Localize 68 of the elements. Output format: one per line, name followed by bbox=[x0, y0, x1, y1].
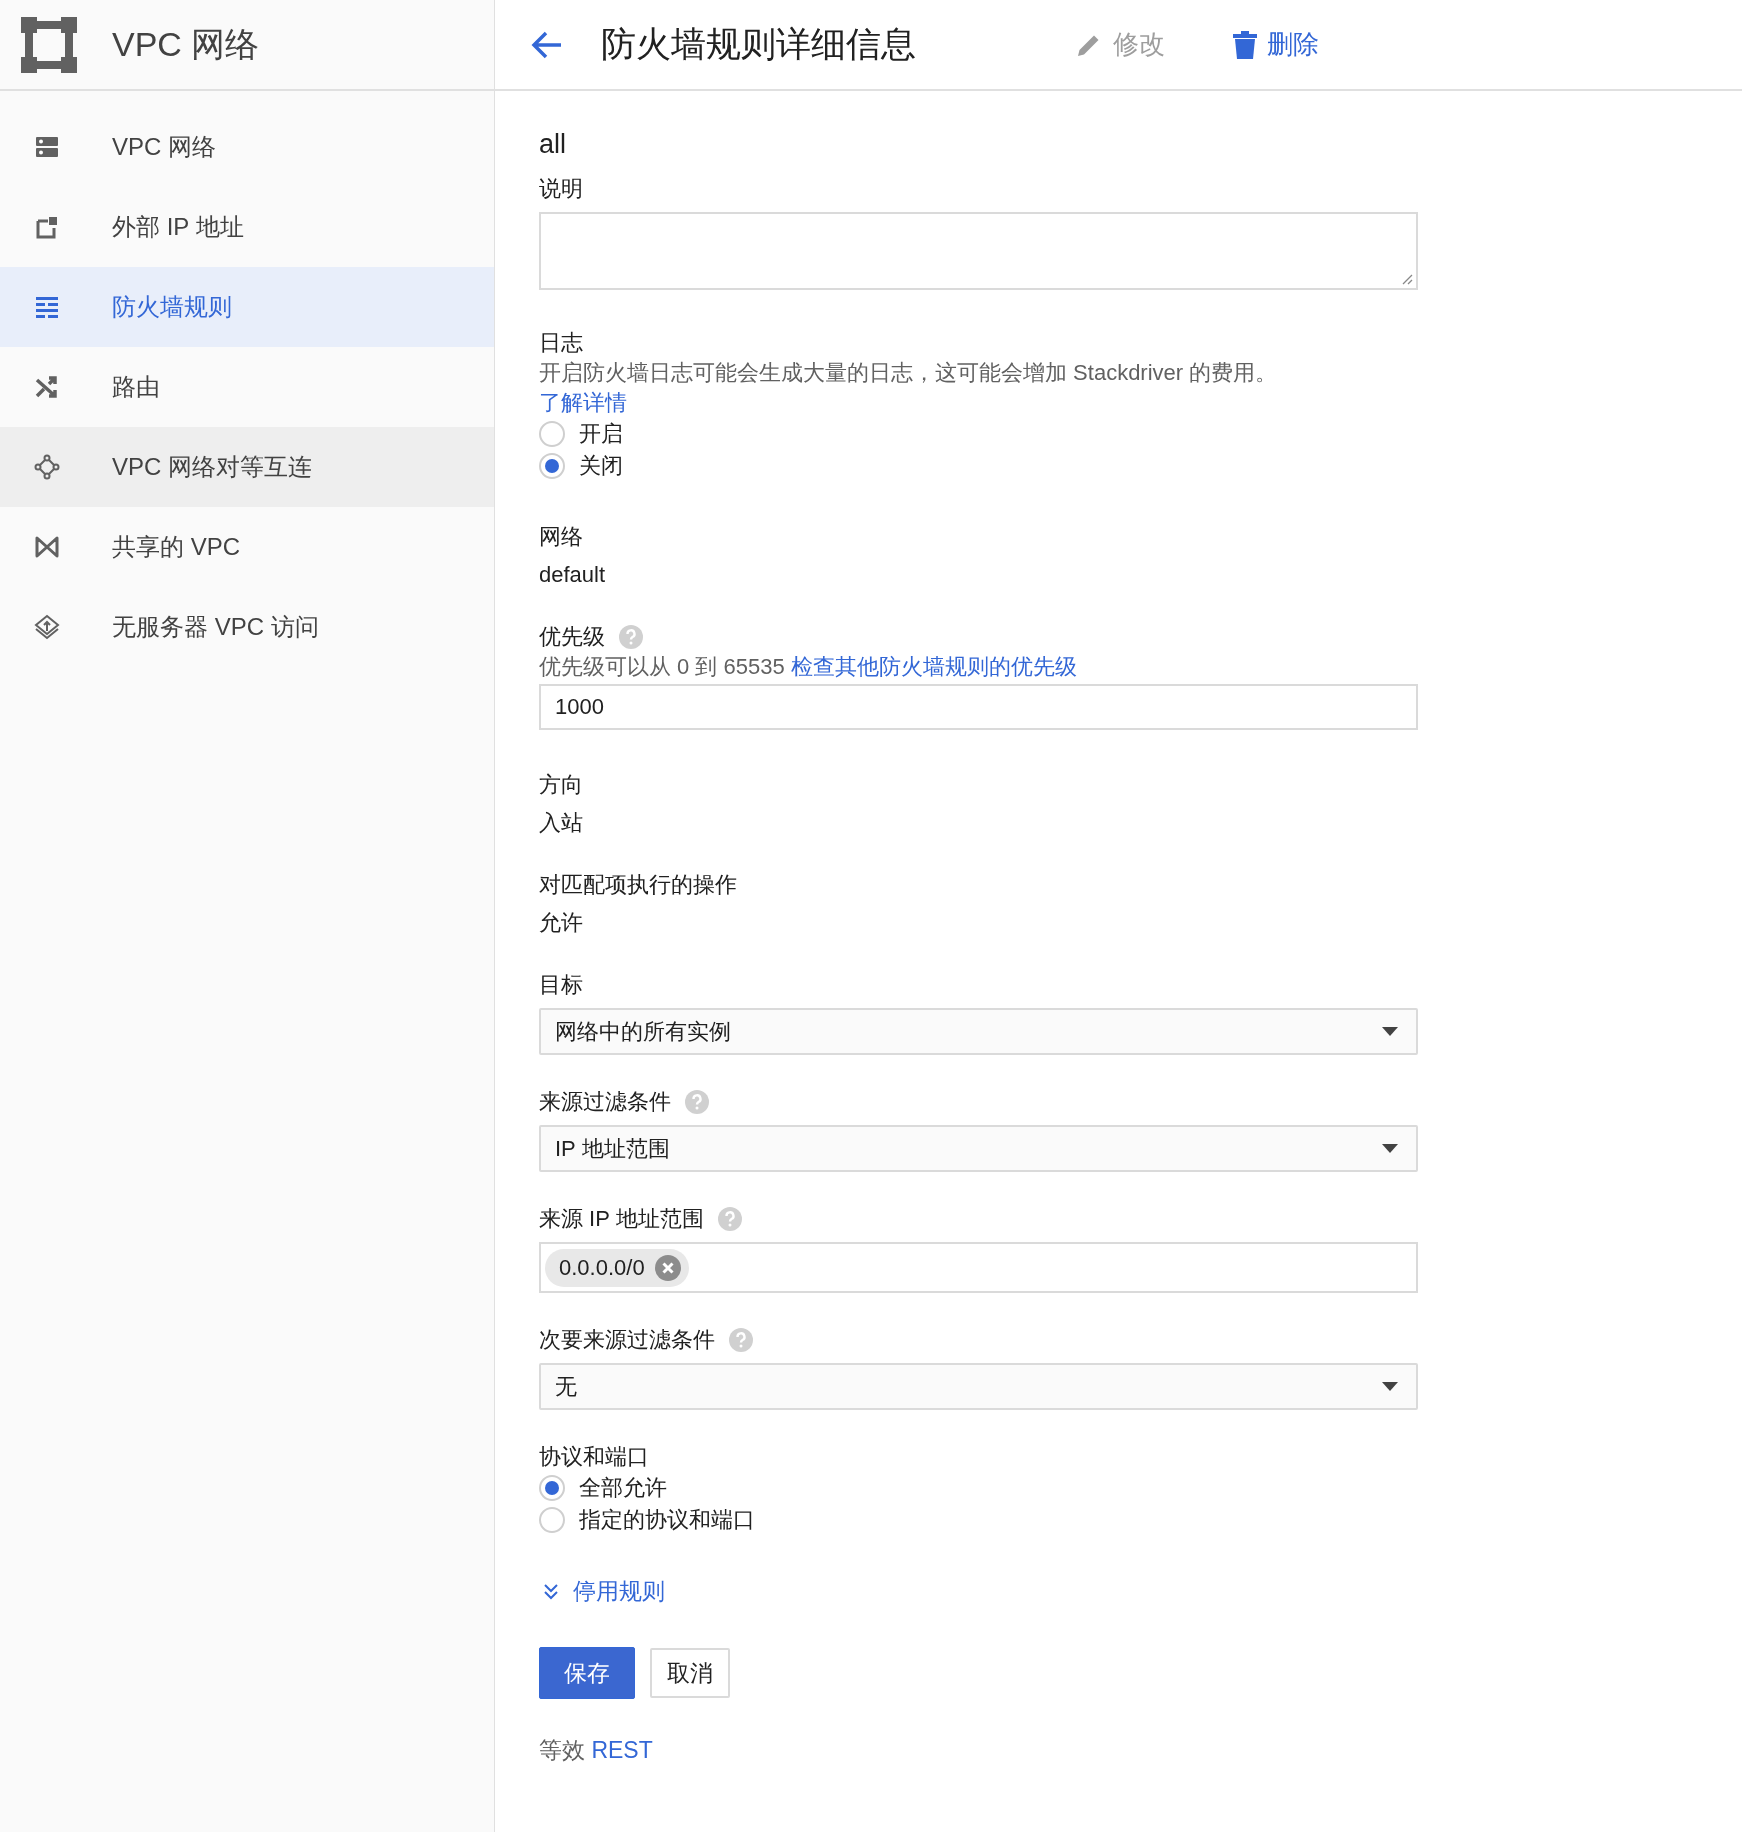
field-label: 目标 bbox=[539, 971, 583, 999]
ip-range-field[interactable]: 0.0.0.0/0 bbox=[539, 1242, 1418, 1293]
field-label: 对匹配项执行的操作 bbox=[539, 871, 737, 899]
field-value: 允许 bbox=[539, 909, 584, 937]
sidebar-item[interactable]: 路由 bbox=[0, 347, 494, 427]
radio-button[interactable] bbox=[539, 1475, 565, 1501]
field-label: 网络 bbox=[539, 523, 583, 551]
help-icon[interactable] bbox=[729, 1328, 753, 1352]
field-label: 说明 bbox=[539, 175, 583, 203]
field-label: 日志 bbox=[539, 329, 583, 357]
network-logo-icon bbox=[21, 16, 77, 73]
nav-icon bbox=[34, 374, 60, 400]
dropdown-caret-icon bbox=[1382, 1382, 1398, 1391]
trash-icon bbox=[1233, 30, 1257, 59]
remove-icon[interactable] bbox=[654, 1254, 681, 1281]
priority-link[interactable]: 检查其他防火墙规则的优先级 bbox=[790, 654, 1077, 679]
radio-label[interactable]: 关闭 bbox=[579, 450, 623, 482]
field-label: 协议和端口 bbox=[539, 1443, 649, 1471]
page-title: 防火墙规则详细信息 bbox=[601, 23, 917, 65]
radio-label[interactable]: 全部允许 bbox=[579, 1472, 667, 1504]
dropdown-caret-icon bbox=[1382, 1027, 1398, 1036]
dropdown-select[interactable]: 无 bbox=[539, 1363, 1418, 1410]
product-title: VPC 网络 bbox=[112, 23, 260, 65]
sidebar-item[interactable]: 无服务器 VPC 访问 bbox=[0, 587, 494, 667]
help-icon[interactable] bbox=[619, 625, 643, 649]
rule-name: all bbox=[539, 129, 567, 160]
field-value: 入站 bbox=[539, 809, 584, 837]
field-value: default bbox=[539, 561, 607, 589]
back-arrow-icon[interactable] bbox=[531, 30, 563, 59]
radio-button[interactable] bbox=[539, 421, 565, 447]
sidebar-item[interactable]: 外部 IP 地址 bbox=[0, 187, 494, 267]
sidebar-item[interactable]: 防火墙规则 bbox=[0, 267, 494, 347]
nav-icon bbox=[34, 614, 60, 640]
help-icon[interactable] bbox=[717, 1207, 742, 1231]
field-label: 来源 IP 地址范围 bbox=[539, 1205, 704, 1233]
cancel-button[interactable]: 取消 bbox=[650, 1648, 730, 1698]
nav-icon bbox=[34, 534, 60, 560]
dropdown-caret-icon bbox=[1382, 1144, 1398, 1153]
dropdown-select[interactable]: 网络中的所有实例 bbox=[539, 1008, 1418, 1055]
delete-button[interactable]: 删除 bbox=[1229, 23, 1323, 66]
help-text: 开启防火墙日志可能会生成大量的日志，这可能会增加 Stackdriver 的费用。 了解详情 bbox=[539, 359, 1279, 417]
radio-button[interactable] bbox=[539, 453, 565, 479]
dropdown-select[interactable]: IP 地址范围 bbox=[539, 1125, 1418, 1172]
sidebar-item[interactable]: VPC 网络对等互连 bbox=[0, 427, 494, 507]
field-label: 次要来源过滤条件 bbox=[539, 1326, 715, 1354]
nav-icon bbox=[34, 294, 60, 320]
help-icon[interactable] bbox=[685, 1090, 709, 1114]
field-label: 来源过滤条件 bbox=[539, 1088, 671, 1116]
save-button[interactable]: 保存 bbox=[539, 1647, 635, 1699]
sidebar-item[interactable]: 共享的 VPC bbox=[0, 507, 494, 587]
help-text: 优先级可以从 0 到 65535 检查其他防火墙规则的优先级 bbox=[539, 653, 1078, 681]
nav-icon bbox=[34, 214, 60, 240]
disable-rule-toggle[interactable]: 停用规则 bbox=[543, 1576, 665, 1607]
field-label: 优先级 bbox=[539, 623, 605, 651]
radio-label[interactable]: 开启 bbox=[579, 418, 623, 450]
priority-input[interactable]: 1000 bbox=[539, 684, 1418, 730]
field-label: 方向 bbox=[539, 771, 583, 799]
ip-chip: 0.0.0.0/0 bbox=[545, 1248, 689, 1287]
equivalent-rest-text: 等效 REST bbox=[539, 1736, 654, 1765]
chevron-icon bbox=[543, 1582, 559, 1601]
sidebar-item[interactable]: VPC 网络 bbox=[0, 107, 494, 187]
nav-icon bbox=[34, 454, 60, 480]
nav-icon bbox=[34, 134, 60, 160]
radio-button[interactable] bbox=[539, 1507, 565, 1533]
resize-grip-icon[interactable] bbox=[1401, 273, 1413, 285]
learn-more-link[interactable]: 了解详情 bbox=[539, 390, 627, 415]
rest-link[interactable]: REST bbox=[591, 1737, 653, 1763]
radio-label[interactable]: 指定的协议和端口 bbox=[579, 1504, 755, 1536]
